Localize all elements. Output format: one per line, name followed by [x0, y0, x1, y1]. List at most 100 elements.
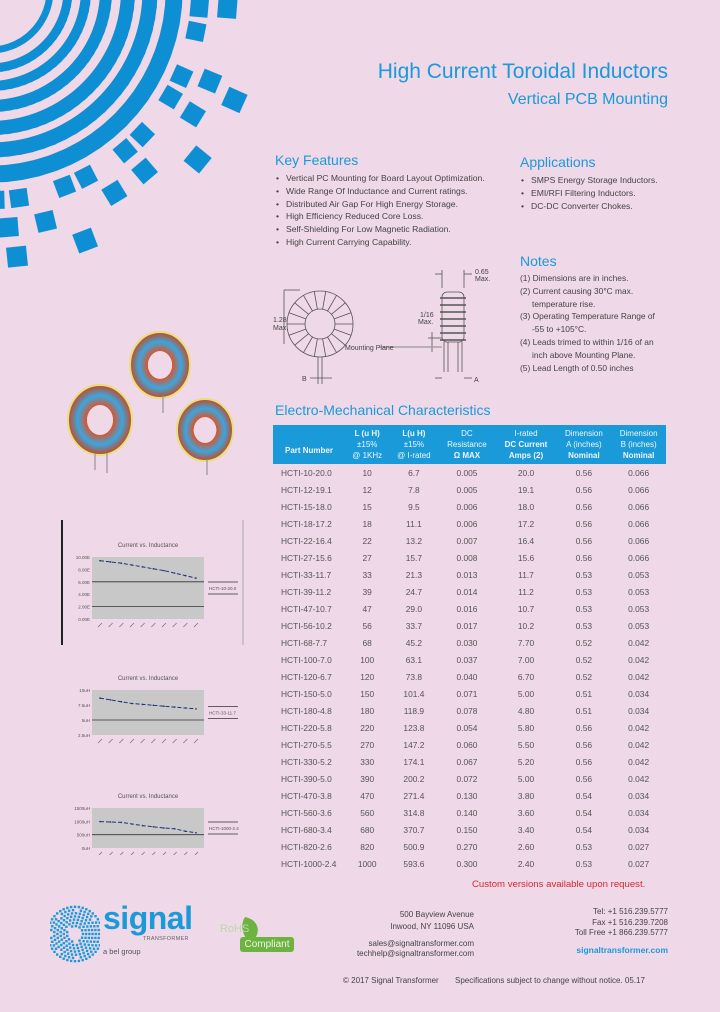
disclaimer: Specifications subject to change without…: [455, 976, 645, 985]
toroid-hole: [304, 308, 336, 340]
x-tick-label: [130, 851, 135, 855]
table-cell: 0.053: [628, 569, 650, 580]
table-cell: 0.006: [456, 518, 478, 529]
table-cell: 0.140: [456, 807, 478, 818]
table-cell: 0.270: [456, 841, 478, 852]
table-cell: 0.066: [628, 484, 650, 495]
column-header: L (u H) ±15% @ 1KHz: [345, 425, 390, 464]
chart-2: Current vs. Inductance 10uH 7.5uH 5uH 2.5uH H…: [78, 676, 238, 744]
table-row: HCTI-68-7.7 68 45.2 0.030 7.70 0.52 0.042: [273, 634, 666, 651]
table-cell: 0.042: [628, 637, 650, 648]
legend-entry: HCTI-33-11.7: [209, 711, 236, 716]
x-tick-label: [97, 738, 103, 744]
part-number-cell: HCTI-56-10.2: [281, 620, 332, 631]
applications-section: Applications SMPS Energy Storage Inducto…: [520, 154, 658, 212]
table-cell: 9.5: [408, 501, 420, 512]
part-number-cell: HCTI-220-5.8: [281, 722, 332, 733]
decorative-square: [34, 209, 58, 233]
table-cell: 0.53: [575, 858, 593, 869]
custom-versions-note: Custom versions available upon request.: [472, 879, 646, 890]
table-cell: 500.9: [403, 841, 425, 852]
table-cell: 174.1: [403, 756, 425, 767]
decorative-square: [0, 217, 19, 238]
dimension-diagram: 1.28 Max. 0.65 Max. 1/16 Max. Mounting P…: [273, 269, 490, 384]
table-cell: 0.066: [628, 552, 650, 563]
table-cell: 5.50: [517, 739, 535, 750]
decorative-square: [131, 157, 158, 185]
legend-entry: HCTI-1000-2.4: [209, 826, 239, 831]
notes-list: (1) Dimensions are in inches. (2) Current…: [520, 272, 655, 374]
brand-name: signal: [103, 900, 193, 936]
table-cell: 5.00: [517, 773, 535, 784]
part-number-cell: HCTI-100-7.0: [281, 654, 332, 665]
part-number-cell: HCTI-68-7.7: [281, 637, 328, 648]
part-number-cell: HCTI-12-19.1: [281, 484, 332, 495]
part-number-cell: HCTI-33-11.7: [281, 569, 332, 580]
chart-1: Current vs. Inductance 10.00E 8.00E 6.00E 4.…: [61, 520, 244, 645]
chart-title: Current vs. Inductance: [118, 794, 179, 800]
table-cell: 0.067: [456, 756, 478, 767]
decorative-square: [4, 162, 24, 182]
note-line: (2) Current causing 30°C max.: [520, 285, 634, 296]
table-cell: 0.060: [456, 739, 478, 750]
table-cell: 330: [360, 756, 375, 767]
sales-email[interactable]: sales@signaltransformer.com: [357, 939, 475, 949]
phone-number: Tel: +1 516.239.5777: [593, 907, 668, 916]
bel-group-label: a bel group: [103, 947, 141, 956]
part-number-cell: HCTI-270-5.5: [281, 739, 332, 750]
table-cell: 270: [360, 739, 375, 750]
decorative-square: [72, 227, 98, 254]
table-cell: 370.7: [403, 824, 425, 835]
table-row: HCTI-18-17.2 18 11.1 0.006 17.2 0.56 0.066: [273, 515, 666, 532]
toroid-photo-2: [67, 384, 133, 473]
table-row: HCTI-560-3.6 560 314.8 0.140 3.60 0.54 0.034: [273, 804, 666, 821]
table-cell: 2.40: [517, 858, 535, 869]
table-cell: 0.066: [628, 535, 650, 546]
techhelp-email[interactable]: techhelp@signaltransformer.com: [357, 949, 474, 959]
table-cell: 4.80: [517, 705, 535, 716]
dimension-a-label: A: [474, 377, 479, 384]
table-cell: 0.56: [575, 535, 593, 546]
table-row: HCTI-27-15.6 27 15.7 0.008 15.6 0.56 0.066: [273, 549, 666, 566]
table-cell: 11.7: [518, 569, 534, 580]
table-cell: 0.54: [575, 790, 593, 801]
table-cell: 3.60: [517, 807, 535, 818]
part-number-cell: HCTI-330-5.2: [281, 756, 332, 767]
part-number-cell: HCTI-47-10.7: [281, 603, 332, 614]
table-cell: 220: [360, 722, 375, 733]
table-cell: 24.7: [405, 586, 423, 597]
website-link[interactable]: signaltransformer.com: [575, 945, 668, 956]
table-cell: 0.52: [575, 654, 593, 665]
part-number-cell: HCTI-150-5.0: [281, 688, 332, 699]
table-cell: 0.56: [575, 773, 593, 784]
part-number-cell: HCTI-560-3.6: [281, 807, 332, 818]
chart-3: Current vs. Inductance 1500uH 1000uH 500uH 0…: [74, 794, 239, 855]
y-tick-label: 1500uH: [74, 806, 90, 811]
table-cell: 200.2: [403, 773, 425, 784]
table-row: HCTI-10-20.0 10 6.7 0.005 20.0 0.56 0.066: [273, 464, 666, 481]
table-cell: 0.042: [628, 671, 650, 682]
contact-block: Tel: +1 516.239.5777 Fax +1 516.239.7208…: [575, 907, 668, 955]
table-cell: 16.4: [517, 535, 535, 546]
table-cell: 0.078: [456, 705, 478, 716]
note-line: inch above Mounting Plane.: [532, 349, 636, 360]
plot-area: [92, 808, 204, 848]
data-point: [109, 699, 112, 701]
toll-free-number: Toll Free +1 866.239.5777: [574, 928, 668, 937]
part-number-cell: HCTI-10-20.0: [281, 467, 332, 478]
table-row: HCTI-39-11.2 39 24.7 0.014 11.2 0.53 0.053: [273, 583, 666, 600]
x-tick-label: [183, 738, 188, 744]
table-cell: 0.066: [628, 501, 650, 512]
table-row: HCTI-470-3.8 470 271.4 0.130 3.80 0.54 0.034: [273, 787, 666, 804]
table-cell: 0.56: [575, 518, 593, 529]
part-number-cell: HCTI-820-2.6: [281, 841, 332, 852]
table-cell: 101.4: [403, 688, 425, 699]
table-cell: 390: [360, 773, 375, 784]
y-tick-label: 2.00E: [78, 605, 90, 610]
x-tick-label: [172, 738, 177, 744]
chart-title: Current vs. Inductance: [118, 676, 179, 682]
decorative-square: [0, 141, 11, 158]
table-cell: 0.56: [575, 484, 593, 495]
table-cell: 11.2: [518, 586, 534, 597]
table-cell: 0.066: [628, 467, 650, 478]
